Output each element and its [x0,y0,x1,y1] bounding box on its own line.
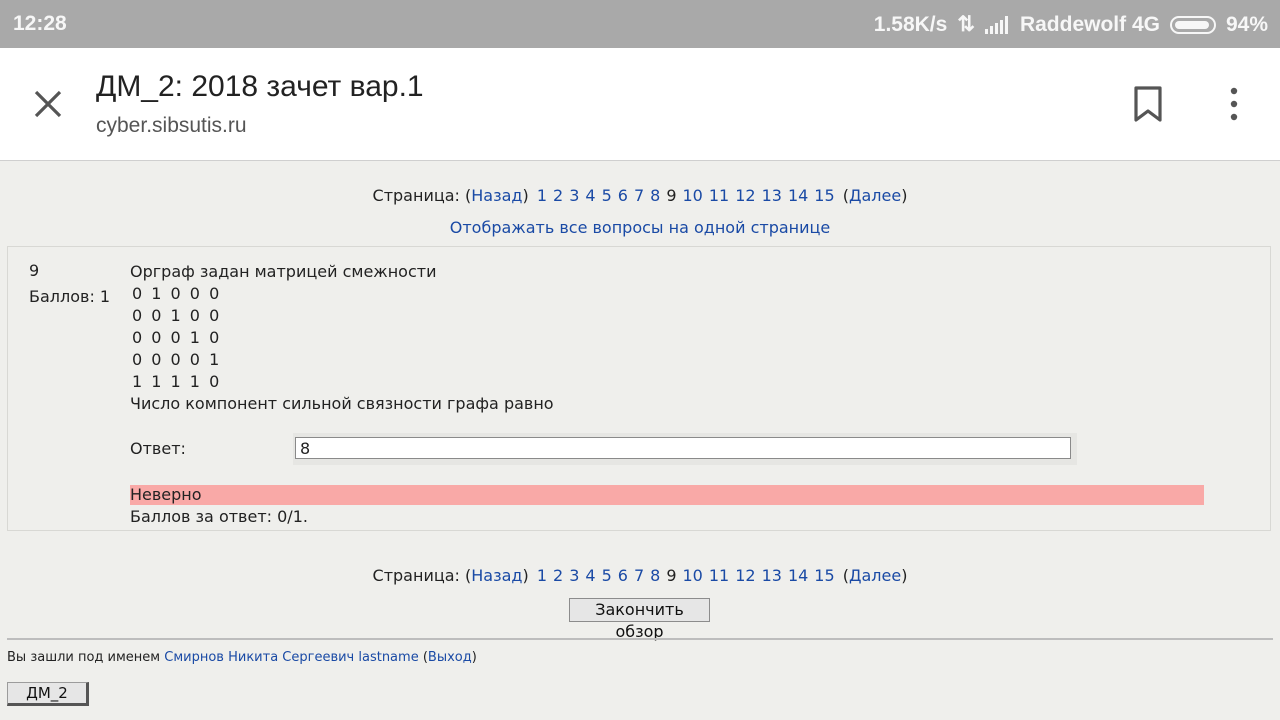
divider [7,638,1273,640]
network-speed: 1.58K/s [873,12,948,36]
show-all-container: Отображать все вопросы на одной странице [0,218,1280,237]
matrix-row: 0 1 0 0 0 [132,284,222,303]
page-title: ДМ_2: 2018 зачет вар.1 [96,70,424,103]
status-bar: 12:28 1.58K/s ⇅ Raddewolf 4G 94% [0,0,1280,48]
answer-field-wrap [293,433,1077,465]
page-link[interactable]: 3 [569,186,579,205]
page-link[interactable]: 2 [553,566,563,585]
pager-pages: 1 2 3 4 5 6 7 8 9 10 11 12 13 14 15 [534,186,843,205]
page-link[interactable]: 7 [634,186,644,205]
page-link[interactable]: 6 [618,566,628,585]
matrix-row: 0 0 1 0 0 [132,306,222,325]
bookmark-icon[interactable] [1132,86,1164,122]
more-vert-icon[interactable] [1222,86,1246,122]
signal-icon [984,15,1010,34]
question-text-line: Орграф задан матрицей смежности [130,262,437,281]
page-link[interactable]: 1 [537,566,547,585]
page-link[interactable]: 13 [762,186,782,205]
battery-percent: 94% [1225,12,1268,36]
pager-label: Страница: [372,566,460,585]
login-prefix: Вы зашли под именем [7,650,161,665]
finish-review-button[interactable]: Закончить обзор [569,598,710,641]
page-link[interactable]: 13 [762,566,782,585]
battery-icon [1169,15,1216,34]
page-link[interactable]: 1 [537,186,547,205]
login-info: Вы зашли под именем Смирнов Никита Серге… [7,650,477,665]
page-current: 9 [666,566,677,585]
page-link[interactable]: 4 [585,566,595,585]
answer-input[interactable] [295,437,1071,459]
matrix-row: 1 1 1 1 0 [132,372,222,391]
page-current: 9 [666,186,677,205]
logout-link[interactable]: Выход [428,650,472,665]
question-score: Баллов: 1 [29,287,111,306]
page-link[interactable]: 5 [602,566,612,585]
pager-pages: 1 2 3 4 5 6 7 8 9 10 11 12 13 14 15 [534,566,843,585]
page-link[interactable]: 11 [709,566,729,585]
matrix-row: 0 0 0 0 1 [132,350,222,369]
show-all-link[interactable]: Отображать все вопросы на одной странице [450,218,831,237]
pager-bottom: Страница: (Назад) 1 2 3 4 5 6 7 8 9 10 11 12 13 14 15 … [372,566,908,585]
page-link[interactable]: 14 [788,566,808,585]
page-link[interactable]: 11 [709,186,729,205]
page-link[interactable]: 8 [650,186,660,205]
answer-label: Ответ: [130,439,186,458]
page-link[interactable]: 7 [634,566,644,585]
status-right: 1.58K/s ⇅ Raddewolf 4G 94% [864,12,1268,37]
question-text-line: Число компонент сильной связности графа … [130,394,554,413]
answer-points: Баллов за ответ: 0/1. [130,507,308,526]
pager-top: Страница: (Назад) 1 2 3 4 5 6 7 8 9 10 11 12 13 14 15 … [372,186,908,205]
page-link[interactable]: 10 [683,566,703,585]
question-number: 9 [29,261,40,280]
page-link[interactable]: 4 [585,186,595,205]
page-link[interactable]: 14 [788,186,808,205]
page-link[interactable]: 6 [618,186,628,205]
page-link[interactable]: 15 [814,186,834,205]
page-link[interactable]: 12 [735,566,755,585]
page-link[interactable]: 5 [602,186,612,205]
page-link[interactable]: 3 [569,566,579,585]
pager-next-link[interactable]: Далее [849,566,901,585]
page-link[interactable]: 15 [814,566,834,585]
page-link[interactable]: 8 [650,566,660,585]
feedback-incorrect: Неверно [130,485,1204,505]
pager-prev-link[interactable]: Назад [471,186,522,205]
pager-label: Страница: [372,186,460,205]
matrix-row: 0 0 0 1 0 [132,328,222,347]
custom-tab-header: ДМ_2: 2018 зачет вар.1 cyber.sibsutis.ru [0,48,1280,161]
page-link[interactable]: 10 [683,186,703,205]
pager-next-link[interactable]: Далее [849,186,901,205]
carrier-name: Raddewolf 4G [1019,12,1160,36]
user-profile-link[interactable]: Смирнов Никита Сергеевич lastname [164,650,418,665]
question-text: Орграф задан матрицей смежности 0 1 0 0 … [130,261,554,415]
page-link[interactable]: 12 [735,186,755,205]
pager-prev-link[interactable]: Назад [471,566,522,585]
close-icon[interactable] [30,86,66,122]
page-link[interactable]: 2 [553,186,563,205]
data-arrows-icon: ⇅ [957,13,975,36]
quiz-content: Страница: (Назад) 1 2 3 4 5 6 7 8 9 10 11 12 13 14 15 … [0,160,1280,720]
course-home-button[interactable]: ДМ_2 [7,682,89,706]
status-time: 12:28 [13,12,67,35]
page-url: cyber.sibsutis.ru [96,114,247,137]
question-block: 9 Баллов: 1 Орграф задан матрицей смежно… [7,246,1271,531]
